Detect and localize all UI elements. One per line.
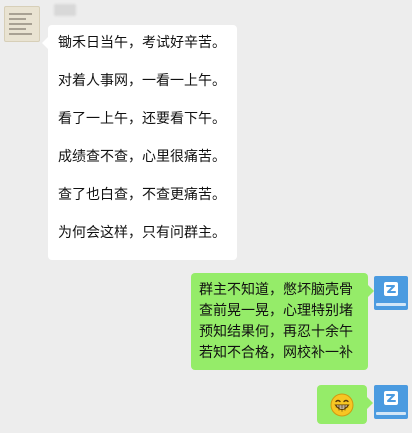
message-line: 锄禾日当午，考试好辛苦。 <box>58 35 226 51</box>
message-line: 为何会这样，只有问群主。 <box>58 225 226 241</box>
sender-name-blurred <box>54 4 76 16</box>
message-line: 预知结果何，再忍十余午 <box>199 324 353 340</box>
school-logo-icon <box>384 391 398 405</box>
message-line: 若知不合格，网校补一补 <box>199 345 353 361</box>
school-logo-icon <box>384 282 398 296</box>
outgoing-message-bubble[interactable]: 群主不知道，憋坏脑壳骨 查前晃一晃，心理特别堵 预知结果何，再忍十余午 若知不合… <box>191 273 374 370</box>
incoming-message-bubble[interactable]: 锄禾日当午，考试好辛苦。 对着人事网，一看一上午。 看了一上午，还要看下午。 成… <box>42 25 237 260</box>
message-line: 查了也白查，不查更痛苦。 <box>58 187 226 203</box>
outgoing-emoji-bubble[interactable] <box>317 385 373 424</box>
self-avatar[interactable] <box>374 276 408 310</box>
message-line: 查前晃一晃，心理特别堵 <box>199 303 353 319</box>
grinning-face-emoji-icon <box>330 393 354 417</box>
message-line: 看了一上午，还要看下午。 <box>58 111 226 127</box>
self-avatar[interactable] <box>374 385 408 419</box>
message-line: 群主不知道，憋坏脑壳骨 <box>199 282 353 298</box>
message-line: 成绩查不查，心里很痛苦。 <box>58 149 226 165</box>
message-line: 对着人事网，一看一上午。 <box>58 73 226 89</box>
sender-avatar[interactable] <box>4 6 40 42</box>
